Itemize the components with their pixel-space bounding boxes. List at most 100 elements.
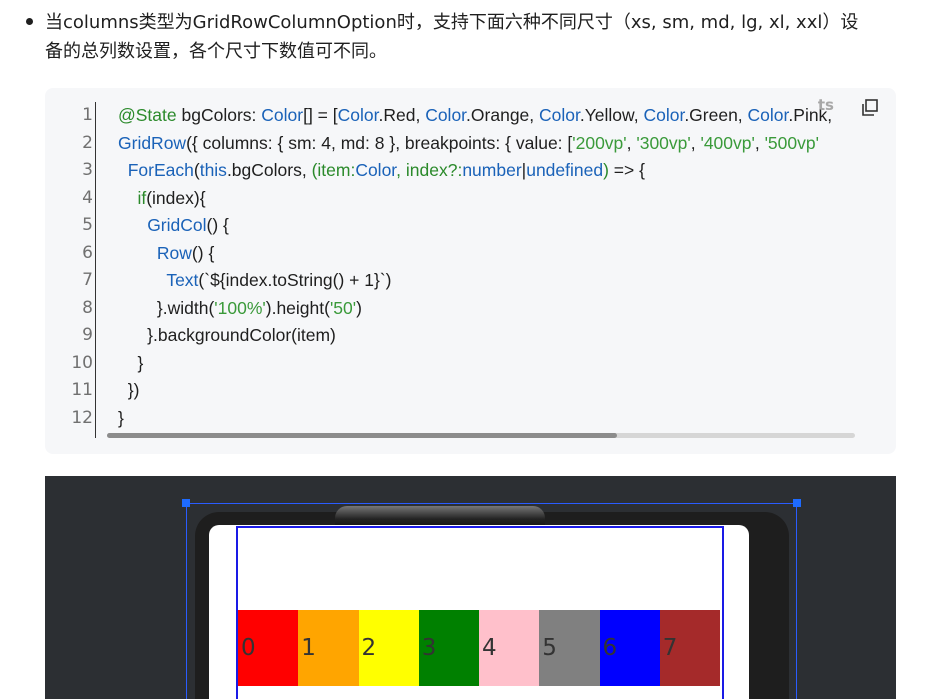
code-token: 8 [374,132,385,153]
code-line: Text(`${index.toString() + 1}`) [118,267,858,295]
grid-col-cell: 6 [599,610,660,686]
code-line: } [118,405,858,433]
line-number: 9 [82,325,93,345]
code-line: }.width('100%').height('50') [118,295,858,323]
code-token: .Red, [378,105,426,125]
code-token: .Green, [684,105,748,125]
code-line: if(index){ [118,185,858,213]
code-token: 4 [321,132,331,153]
grid-col-cell: 5 [539,610,600,686]
line-number: 4 [82,187,93,208]
code-token: (item: [311,160,356,180]
code-token: @State [118,105,177,125]
line-number: 3 [82,160,93,180]
code-token: Color [539,105,580,125]
code-token: Color [747,105,789,125]
grid-col-cell: 4 [479,610,540,686]
code-token: GridCol [147,215,207,235]
gutter-divider [95,102,96,438]
code-token: , [626,132,637,153]
code-token: this [199,160,227,180]
line-number: 8 [82,297,93,318]
code-token: Color [643,105,685,125]
device-preview: 01234567 [45,476,896,699]
line-number: 10 [71,352,93,373]
code-token: (index){ [146,187,206,208]
code-token: GridRow [118,132,187,153]
code-token: '50' [329,297,357,318]
grid-col-cell: 3 [418,610,479,686]
code-token: , md: [331,132,375,153]
code-token: undefined [526,160,604,180]
line-number-gutter: 1 2 3 4 5 6 7 8 9 10 11 12 [45,102,93,432]
code-token: .bgColors, [226,160,312,180]
code-token: () { [206,215,229,235]
grid-col-cell: 0 [238,610,299,686]
resize-handle-top-right[interactable] [793,499,801,507]
code-token: ) [356,297,362,318]
code-token: '100%' [214,297,266,318]
bullet-line-1: 当columns类型为GridRowColumnOption时，支持下面六种不同… [45,12,859,33]
code-token: } [118,407,124,428]
code-line: GridRow({ columns: { sm: 4, md: 8 }, bre… [118,130,858,158]
code-token: '300vp' [636,132,691,153]
code-line: Row() { [118,240,858,268]
line-number: 2 [82,132,93,153]
line-number: 12 [71,407,93,428]
code-token: }.width( [118,297,215,318]
code-token: bgColors: [176,105,262,125]
code-token: => { [608,160,645,180]
horizontal-scrollbar-thumb[interactable] [107,433,617,438]
code-line: @State bgColors: Color[] = [Color.Red, C… [118,102,858,130]
code-token: () { [191,242,215,263]
code-block: 1 2 3 4 5 6 7 8 9 10 11 12 @State bgColors: Color[]… [45,88,896,454]
language-tag: ts [817,96,834,114]
resize-handle-top-left[interactable] [182,499,190,507]
line-number: 11 [71,380,93,400]
code-token: }.backgroundColor(item) [118,325,336,345]
code-token: }, breakpoints: { value: [ [384,132,573,153]
code-token: Text [166,270,199,290]
code-token: '400vp' [700,132,755,153]
code-token: .Orange, [466,105,540,125]
line-number: 1 [82,105,93,125]
code-token: , [754,132,765,153]
code-token: ForEach [127,160,194,180]
code-token: (`${index.toString() + 1}`) [198,270,392,290]
bullet-line-2: 备的总列数设置，各个尺寸下数值可不同。 [45,41,387,62]
code-line: } [118,350,858,378]
code-token: } [118,352,144,373]
code-token: number [462,160,522,180]
code-line: GridCol() { [118,212,858,240]
copy-icon[interactable] [860,98,880,118]
code-token: , index?: [396,160,463,180]
code-token: '200vp' [572,132,627,153]
code-token: Color [425,105,467,125]
code-token: }) [118,380,140,400]
code-line: ForEach(this.bgColors, (item:Color, inde… [118,157,858,185]
line-number: 5 [82,215,93,235]
code-token: ).height( [265,297,330,318]
bullet-dot-icon [26,18,33,25]
grid-row: 01234567 [238,610,720,686]
code-token: ({ columns: { sm: [186,132,322,153]
code-token: Row [156,242,192,263]
code-token: Color [355,160,397,180]
code-line: }.backgroundColor(item) [118,322,858,350]
code-token: '500vp' [764,132,819,153]
grid-col-cell: 2 [358,610,419,686]
code-token: Color [261,105,304,125]
code-content: @State bgColors: Color[] = [Color.Red, C… [118,102,858,432]
line-number: 6 [82,242,93,263]
code-token: if [137,187,147,208]
grid-col-cell: 7 [659,610,720,686]
code-token: [] = [ [303,105,338,125]
grid-col-cell: 1 [298,610,359,686]
line-number: 7 [82,270,93,290]
code-token: Color [337,105,379,125]
